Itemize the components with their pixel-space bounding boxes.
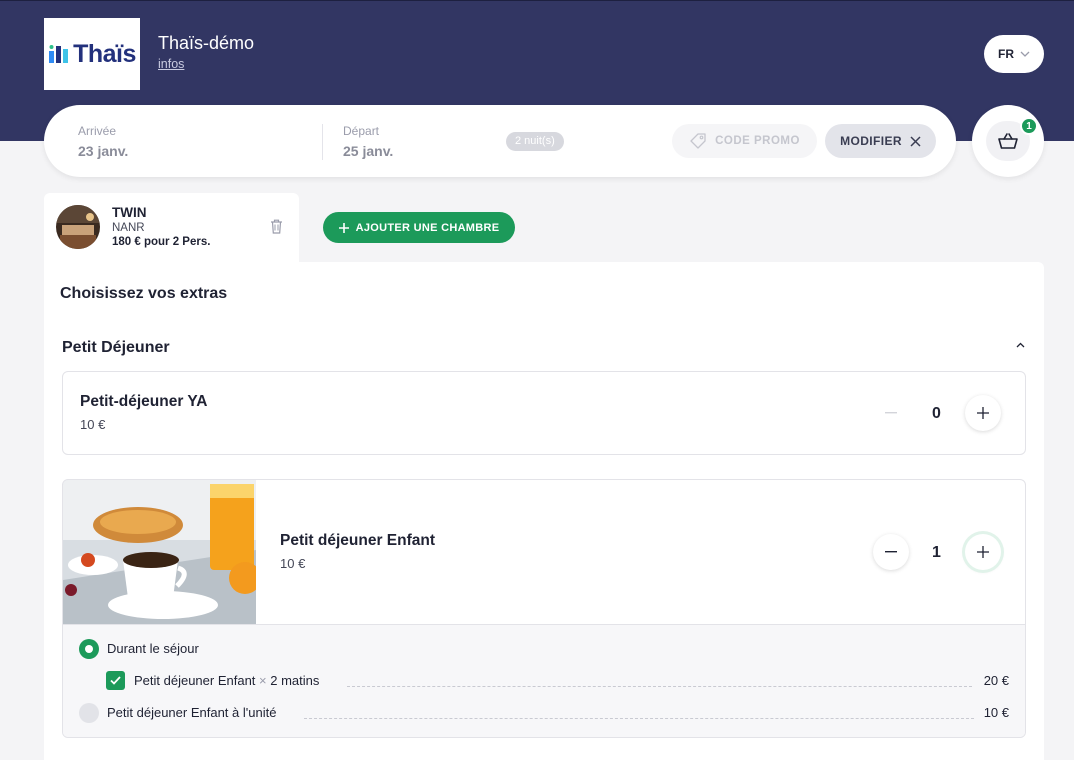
chevron-down-icon bbox=[1020, 51, 1030, 57]
hotel-name: Thaïs-démo bbox=[158, 33, 255, 53]
departure-date[interactable]: 25 janv. bbox=[343, 143, 393, 159]
extra-item-card: Petit déjeuner Enfant 10 € 1 Durant le s… bbox=[62, 479, 1026, 738]
extras-title: Choisissez vos extras bbox=[60, 285, 228, 302]
cart-count-badge: 1 bbox=[1020, 117, 1038, 135]
add-room-label: AJOUTER UNE CHAMBRE bbox=[355, 221, 500, 234]
extra-item-price: 10 € bbox=[280, 556, 306, 571]
dotted-leader bbox=[347, 686, 972, 687]
quantity-value: 1 bbox=[932, 544, 941, 561]
cart-button[interactable]: 1 bbox=[972, 105, 1044, 177]
decrement-button[interactable] bbox=[873, 534, 909, 570]
basket-icon bbox=[998, 133, 1018, 149]
hotel-logo[interactable]: Thaïs bbox=[44, 18, 140, 90]
room-price: 180 € pour 2 Pers. bbox=[112, 236, 211, 248]
tag-icon bbox=[690, 133, 706, 149]
line1-name: Petit déjeuner Enfant bbox=[134, 673, 256, 688]
nights-badge: 2 nuit(s) bbox=[506, 132, 564, 151]
during-stay-label: Durant le séjour bbox=[107, 641, 199, 656]
infos-link[interactable]: infos bbox=[158, 57, 184, 71]
minus-icon bbox=[885, 551, 897, 553]
per-unit-label: Petit déjeuner Enfant à l'unité bbox=[107, 705, 277, 720]
arrival-label: Arrivée bbox=[78, 124, 117, 138]
logo-bars-icon bbox=[49, 45, 69, 63]
room-name: TWIN bbox=[112, 205, 147, 220]
line1-label: Petit déjeuner Enfant × 2 matins bbox=[134, 673, 319, 688]
extras-panel: Choisissez vos extras Petit Déjeuner Pet… bbox=[44, 262, 1044, 760]
extra-item-price: 10 € bbox=[80, 417, 106, 432]
minus-icon bbox=[885, 412, 897, 414]
extra-item-name: Petit-déjeuner YA bbox=[80, 393, 208, 410]
checkmark-icon bbox=[110, 676, 121, 685]
close-icon bbox=[910, 135, 921, 147]
plus-icon bbox=[338, 222, 349, 233]
extra-item-card: Petit-déjeuner YA 10 € 0 bbox=[62, 371, 1026, 455]
promo-code-label: CODE PROMO bbox=[715, 135, 800, 147]
breakfast-photo bbox=[63, 480, 256, 624]
modify-button[interactable]: MODIFIER bbox=[825, 124, 936, 158]
quantity-value: 0 bbox=[932, 405, 941, 422]
increment-button[interactable] bbox=[965, 395, 1001, 431]
dotted-leader bbox=[304, 718, 974, 719]
extra-options: Durant le séjour Petit déjeuner Enfant ×… bbox=[63, 624, 1025, 737]
divider bbox=[322, 124, 323, 160]
promo-code-button[interactable]: CODE PROMO bbox=[672, 124, 817, 158]
add-room-button[interactable]: AJOUTER UNE CHAMBRE bbox=[323, 212, 515, 243]
times-symbol: × bbox=[259, 673, 267, 688]
line1-qty: 2 matins bbox=[270, 673, 320, 688]
per-unit-price: 10 € bbox=[983, 705, 1009, 720]
language-selector[interactable]: FR bbox=[984, 35, 1044, 73]
room-rate: NANR bbox=[112, 222, 145, 234]
line1-price: 20 € bbox=[983, 673, 1009, 688]
section-title[interactable]: Petit Déjeuner bbox=[62, 339, 170, 357]
extra-item-name: Petit déjeuner Enfant bbox=[280, 532, 436, 549]
arrival-date[interactable]: 23 janv. bbox=[78, 143, 128, 159]
room-tab[interactable]: TWIN NANR 180 € pour 2 Pers. bbox=[44, 193, 299, 263]
increment-button[interactable] bbox=[965, 534, 1001, 570]
decrement-button[interactable] bbox=[873, 395, 909, 431]
language-label: FR bbox=[998, 47, 1014, 61]
checkbox-line1[interactable] bbox=[106, 671, 125, 690]
plus-icon bbox=[977, 407, 989, 419]
plus-icon bbox=[977, 546, 989, 558]
logo-text: Thaïs bbox=[73, 39, 136, 68]
chevron-up-icon[interactable] bbox=[1016, 342, 1025, 348]
trash-icon[interactable] bbox=[270, 219, 283, 234]
radio-during-stay[interactable] bbox=[79, 639, 99, 659]
modify-label: MODIFIER bbox=[840, 134, 902, 148]
departure-label: Départ bbox=[343, 124, 380, 138]
radio-per-unit[interactable] bbox=[79, 703, 99, 723]
booking-search-bar: Arrivée 23 janv. Départ 25 janv. 2 nuit(… bbox=[44, 105, 956, 177]
room-avatar bbox=[56, 205, 100, 249]
